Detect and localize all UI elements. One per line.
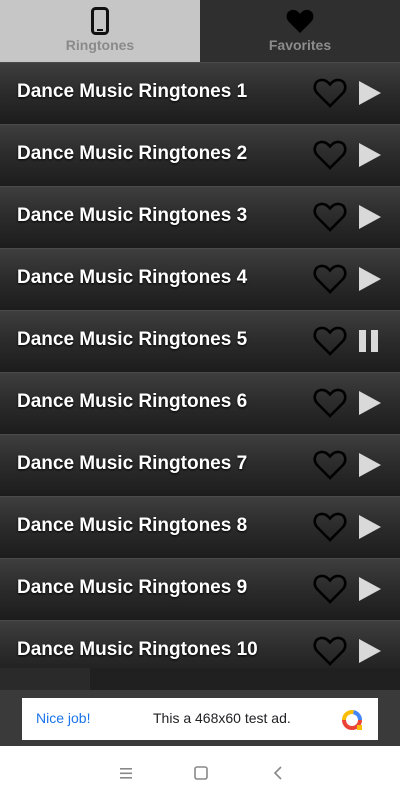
tab-favorites[interactable]: Favorites bbox=[200, 0, 400, 62]
ringtone-title: Dance Music Ringtones 4 bbox=[17, 267, 248, 288]
list-item[interactable]: Dance Music Ringtones 2 bbox=[0, 124, 400, 184]
tab-favorites-label: Favorites bbox=[268, 37, 332, 53]
ad-banner[interactable]: Nice job! This a 468x60 test ad. bbox=[22, 698, 378, 740]
ringtone-title: Dance Music Ringtones 7 bbox=[17, 453, 248, 474]
play-icon[interactable] bbox=[355, 637, 383, 665]
list-item[interactable]: Dance Music Ringtones 3 bbox=[0, 186, 400, 246]
tab-ringtones-label: Ringtones bbox=[65, 37, 135, 53]
system-navigation-bar bbox=[0, 746, 400, 800]
favorite-heart-icon[interactable] bbox=[313, 325, 347, 357]
play-icon[interactable] bbox=[355, 513, 383, 541]
list-item[interactable]: Dance Music Ringtones 1 bbox=[0, 62, 400, 122]
play-icon[interactable] bbox=[355, 451, 383, 479]
tab-bar: Ringtones Favorites bbox=[0, 0, 400, 62]
favorite-heart-icon[interactable] bbox=[313, 263, 347, 295]
list-item[interactable]: Dance Music Ringtones 7 bbox=[0, 434, 400, 494]
heart-icon bbox=[286, 6, 314, 36]
scroll-indicator bbox=[0, 668, 90, 690]
play-icon[interactable] bbox=[355, 141, 383, 169]
favorite-heart-icon[interactable] bbox=[313, 449, 347, 481]
list-item[interactable]: Dance Music Ringtones 4 bbox=[0, 248, 400, 308]
favorite-heart-icon[interactable] bbox=[313, 77, 347, 109]
list-item[interactable]: Dance Music Ringtones 5 bbox=[0, 310, 400, 370]
play-icon[interactable] bbox=[355, 389, 383, 417]
list-item[interactable]: Dance Music Ringtones 9 bbox=[0, 558, 400, 618]
ringtone-title: Dance Music Ringtones 1 bbox=[17, 81, 248, 102]
list-scroll-footer bbox=[0, 668, 400, 690]
ad-logo-icon[interactable] bbox=[340, 708, 364, 732]
ad-container: Nice job! This a 468x60 test ad. bbox=[0, 690, 400, 746]
ringtone-title: Dance Music Ringtones 6 bbox=[17, 391, 248, 412]
ringtone-title: Dance Music Ringtones 3 bbox=[17, 205, 248, 226]
play-icon[interactable] bbox=[355, 575, 383, 603]
ringtone-title: Dance Music Ringtones 2 bbox=[17, 143, 248, 164]
favorite-heart-icon[interactable] bbox=[313, 387, 347, 419]
play-icon[interactable] bbox=[355, 265, 383, 293]
ringtone-title: Dance Music Ringtones 10 bbox=[17, 639, 258, 660]
favorite-heart-icon[interactable] bbox=[313, 201, 347, 233]
list-item[interactable]: Dance Music Ringtones 6 bbox=[0, 372, 400, 432]
back-chevron-icon[interactable] bbox=[268, 763, 288, 783]
pause-icon[interactable] bbox=[355, 327, 383, 355]
favorite-heart-icon[interactable] bbox=[313, 635, 347, 667]
tab-ringtones[interactable]: Ringtones bbox=[0, 0, 200, 62]
ad-headline[interactable]: Nice job! bbox=[36, 710, 90, 726]
ringtone-title: Dance Music Ringtones 5 bbox=[17, 329, 248, 350]
phone-icon bbox=[91, 6, 109, 36]
ringtone-title: Dance Music Ringtones 8 bbox=[17, 515, 248, 536]
play-icon[interactable] bbox=[355, 203, 383, 231]
ad-text: This a 468x60 test ad. bbox=[153, 710, 291, 726]
favorite-heart-icon[interactable] bbox=[313, 139, 347, 171]
list-item[interactable]: Dance Music Ringtones 10 bbox=[0, 620, 400, 668]
favorite-heart-icon[interactable] bbox=[313, 573, 347, 605]
menu-icon[interactable] bbox=[116, 763, 136, 783]
favorite-heart-icon[interactable] bbox=[313, 511, 347, 543]
play-icon[interactable] bbox=[355, 79, 383, 107]
ringtone-title: Dance Music Ringtones 9 bbox=[17, 577, 248, 598]
ringtone-list[interactable]: Dance Music Ringtones 1 Dance Music Ringt… bbox=[0, 62, 400, 668]
home-square-icon[interactable] bbox=[191, 763, 211, 783]
list-item[interactable]: Dance Music Ringtones 8 bbox=[0, 496, 400, 556]
